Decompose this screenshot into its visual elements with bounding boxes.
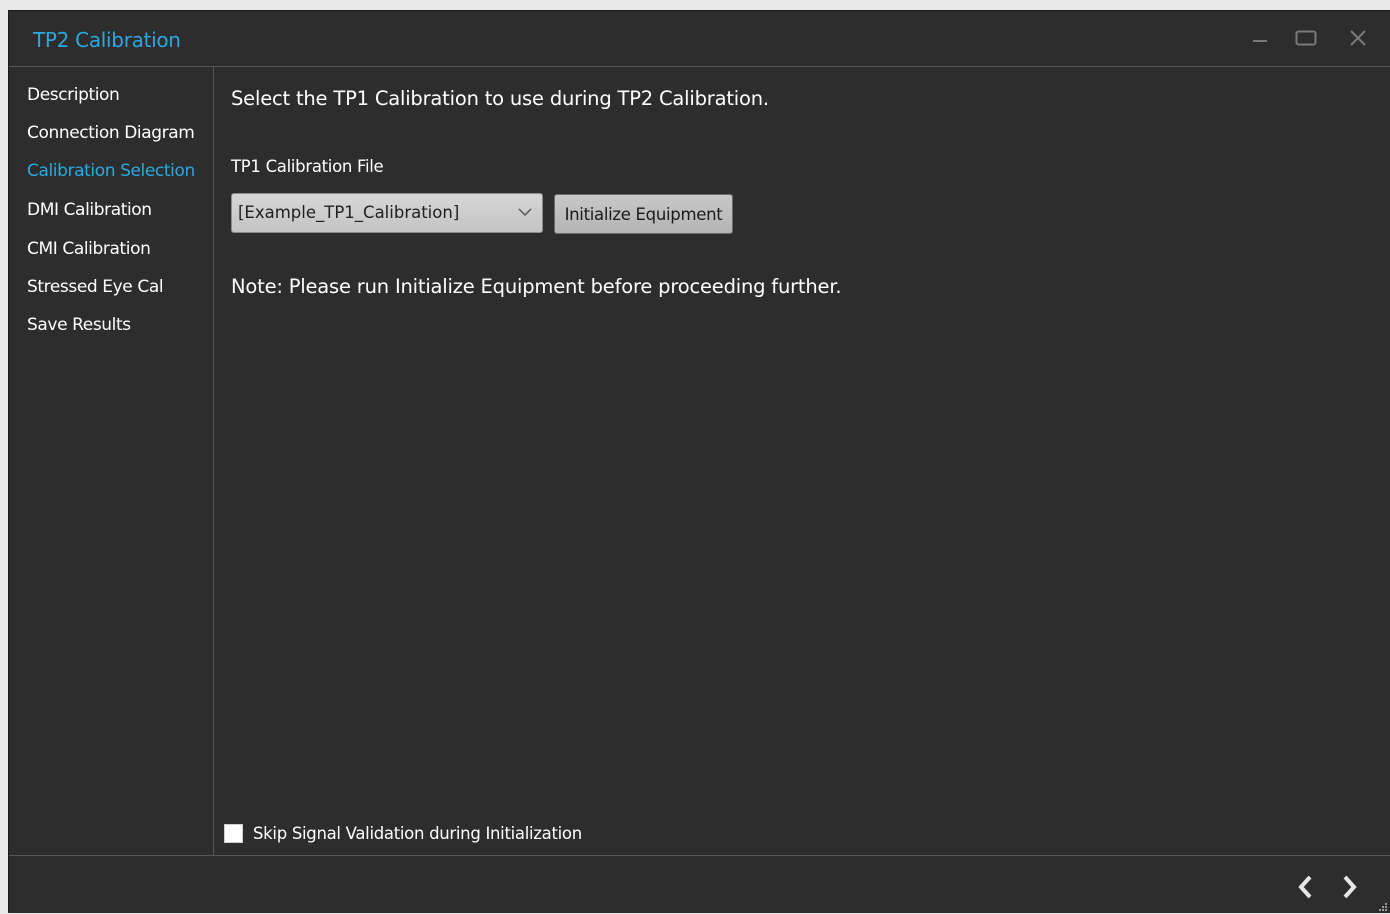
title-bar: TP2 Calibration	[9, 11, 1390, 67]
initialize-equipment-button[interactable]: Initialize Equipment	[554, 194, 733, 234]
window-title: TP2 Calibration	[33, 28, 181, 52]
close-button[interactable]	[1340, 23, 1376, 53]
tp1-calibration-file-select[interactable]: [Example_TP1_Calibration]	[231, 193, 543, 233]
back-button[interactable]	[1290, 870, 1320, 904]
maximize-icon	[1295, 30, 1317, 46]
sidebar-item-connection-diagram[interactable]: Connection Diagram	[27, 123, 195, 143]
sidebar-item-dmi-calibration[interactable]: DMI Calibration	[27, 200, 152, 220]
tp1-calibration-file-label: TP1 Calibration File	[231, 157, 384, 176]
sidebar-item-save-results[interactable]: Save Results	[27, 315, 131, 335]
chevron-right-icon	[1343, 875, 1357, 899]
sidebar-item-description[interactable]: Description	[27, 85, 120, 105]
skip-signal-validation-label: Skip Signal Validation during Initializa…	[253, 823, 582, 843]
next-button[interactable]	[1335, 870, 1365, 904]
close-icon	[1350, 30, 1366, 46]
skip-signal-validation-option[interactable]: Skip Signal Validation during Initializa…	[224, 822, 582, 844]
sidebar-item-cmi-calibration[interactable]: CMI Calibration	[27, 239, 151, 259]
calibration-window: TP2 Calibration Description Connection D…	[8, 10, 1390, 913]
wizard-footer	[9, 855, 1390, 914]
step-sidebar: Description Connection Diagram Calibrati…	[9, 67, 214, 855]
main-panel: Select the TP1 Calibration to use during…	[214, 67, 1390, 855]
selected-calibration-file: [Example_TP1_Calibration]	[238, 203, 460, 222]
chevron-left-icon	[1298, 875, 1312, 899]
sidebar-item-calibration-selection[interactable]: Calibration Selection	[27, 161, 195, 181]
initialize-note: Note: Please run Initialize Equipment be…	[231, 275, 842, 298]
maximize-button[interactable]	[1288, 23, 1324, 53]
chevron-down-icon	[518, 208, 532, 217]
sidebar-item-stressed-eye-cal[interactable]: Stressed Eye Cal	[27, 277, 164, 297]
instruction-text: Select the TP1 Calibration to use during…	[231, 87, 769, 110]
skip-signal-validation-checkbox[interactable]	[224, 823, 243, 843]
minimize-button[interactable]	[1242, 23, 1278, 53]
minimize-icon	[1253, 40, 1267, 42]
resize-grip-icon[interactable]	[1378, 902, 1388, 912]
